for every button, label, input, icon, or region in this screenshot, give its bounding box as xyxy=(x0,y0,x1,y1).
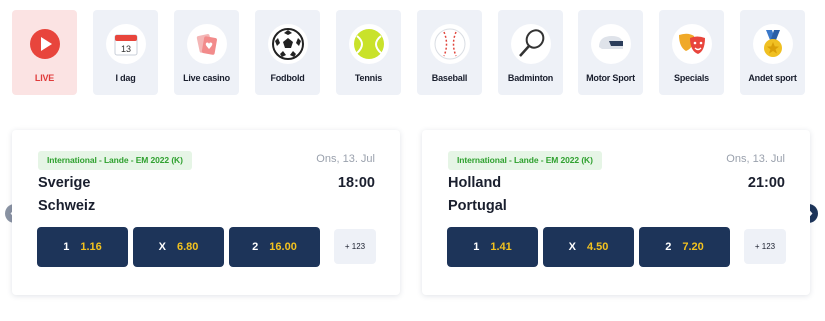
match-time: 18:00 xyxy=(337,175,375,191)
odds-label: 1 xyxy=(473,241,480,253)
category-live[interactable]: LIVE xyxy=(12,10,77,95)
match-time: 21:00 xyxy=(747,175,785,191)
more-markets-button[interactable]: + 123 xyxy=(334,229,376,264)
home-team: Sverige xyxy=(38,175,91,191)
category-label: I dag xyxy=(115,73,136,83)
badminton-racket-icon xyxy=(510,24,551,64)
odds-value: 4.50 xyxy=(586,241,609,253)
svg-text:13: 13 xyxy=(120,44,130,54)
category-label: Andet sport xyxy=(748,73,797,83)
category-label: Badminton xyxy=(507,73,554,83)
category-label: LIVE xyxy=(34,73,55,83)
odds-button-away[interactable]: 2 16.00 xyxy=(229,227,320,267)
calendar-icon: 13 xyxy=(105,24,146,64)
odds-value: 1.41 xyxy=(490,241,512,253)
league-badge: International - Lande - EM 2022 (K) xyxy=(448,151,602,170)
category-fodbold[interactable]: Fodbold xyxy=(255,10,320,95)
odds-value: 16.00 xyxy=(269,241,297,253)
odds-button-draw[interactable]: X 4.50 xyxy=(543,227,634,267)
medal-icon xyxy=(752,24,793,64)
match-date: Ons, 13. Jul xyxy=(726,153,785,165)
odds-button-draw[interactable]: X 6.80 xyxy=(133,227,224,267)
odds-label: 2 xyxy=(665,241,672,253)
live-play-icon xyxy=(25,24,65,64)
category-label: Tennis xyxy=(354,73,383,83)
soccer-ball-icon xyxy=(267,24,308,64)
category-label: Live casino xyxy=(183,73,230,83)
league-badge: International - Lande - EM 2022 (K) xyxy=(38,151,192,170)
category-andet-sport[interactable]: Andet sport xyxy=(740,10,805,95)
match-card[interactable]: International - Lande - EM 2022 (K) Ons,… xyxy=(12,130,400,295)
category-specials[interactable]: Specials xyxy=(659,10,724,95)
odds-label: 1 xyxy=(63,241,70,253)
away-team: Schweiz xyxy=(38,198,96,214)
category-label: Specials xyxy=(674,73,709,83)
category-badminton[interactable]: Badminton xyxy=(498,10,563,95)
match-card[interactable]: International - Lande - EM 2022 (K) Ons,… xyxy=(422,130,810,295)
odds-button-away[interactable]: 2 7.20 xyxy=(639,227,730,267)
category-label: Fodbold xyxy=(270,73,305,83)
tennis-ball-icon xyxy=(348,24,389,64)
category-live-casino[interactable]: ♥ Live casino xyxy=(174,10,239,95)
svg-text:♥: ♥ xyxy=(204,42,212,52)
category-today[interactable]: 13 I dag xyxy=(93,10,158,95)
odds-value: 7.20 xyxy=(682,241,704,253)
odds-label: X xyxy=(568,241,576,253)
category-label: Baseball xyxy=(431,73,468,83)
match-date: Ons, 13. Jul xyxy=(316,153,375,165)
odds-label: 2 xyxy=(252,241,259,253)
theatre-masks-icon xyxy=(671,24,712,64)
odds-button-home[interactable]: 1 1.16 xyxy=(37,227,128,267)
away-team: Portugal xyxy=(448,198,507,214)
more-markets-button[interactable]: + 123 xyxy=(744,229,786,264)
odds-value: 6.80 xyxy=(176,241,199,253)
home-team: Holland xyxy=(448,175,502,191)
baseball-icon xyxy=(429,24,470,64)
sport-categories-bar: LIVE 13 I dag ♥ Live casino Fodbold Tenn… xyxy=(12,10,812,96)
category-tennis[interactable]: Tennis xyxy=(336,10,401,95)
category-baseball[interactable]: Baseball xyxy=(417,10,482,95)
odds-button-home[interactable]: 1 1.41 xyxy=(447,227,538,267)
odds-label: X xyxy=(158,241,166,253)
category-motor-sport[interactable]: Motor Sport xyxy=(578,10,643,95)
racing-helmet-icon xyxy=(590,24,631,64)
odds-value: 1.16 xyxy=(80,241,102,253)
category-label: Motor Sport xyxy=(586,73,635,83)
playing-cards-icon: ♥ xyxy=(186,24,227,64)
